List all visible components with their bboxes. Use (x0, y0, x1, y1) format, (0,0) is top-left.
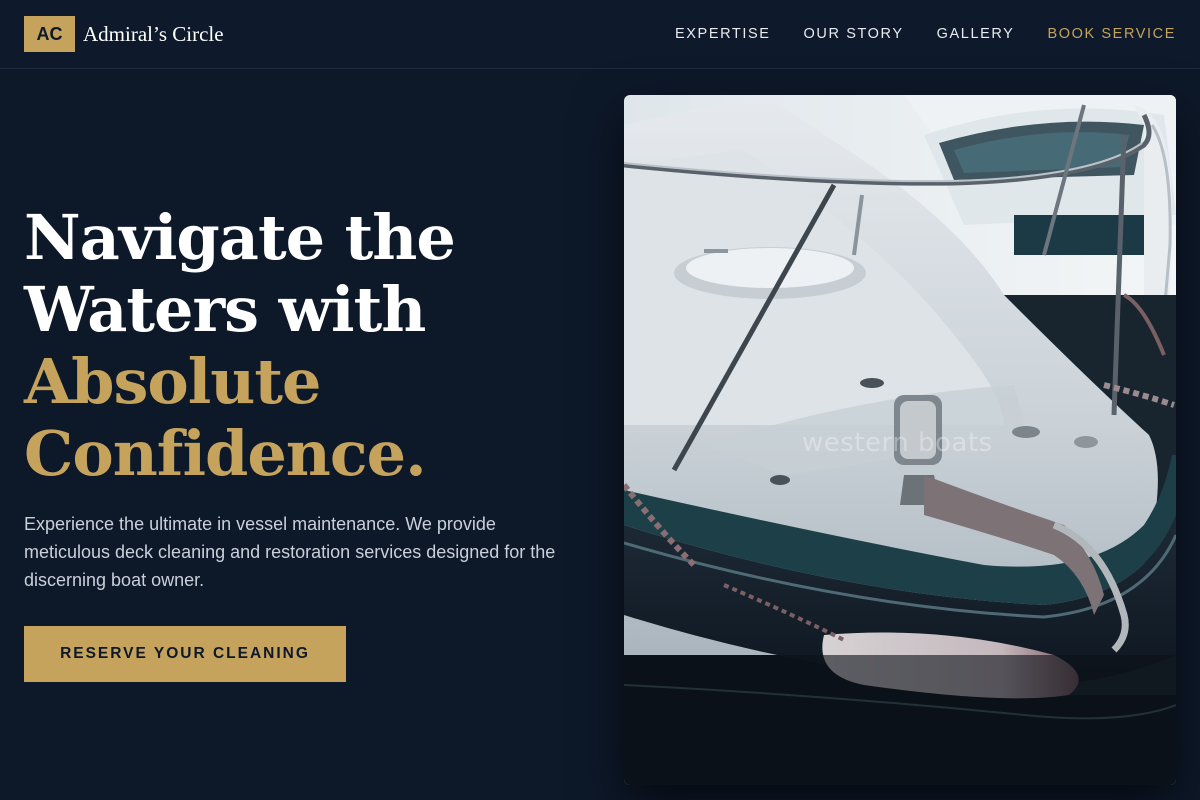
main-nav: EXPERTISE OUR STORY GALLERY BOOK SERVICE (675, 22, 1176, 46)
nav-link-our-story[interactable]: OUR STORY (804, 22, 904, 46)
hero-description: Experience the ultimate in vessel mainte… (24, 514, 556, 590)
nav-link-gallery[interactable]: GALLERY (937, 22, 1015, 46)
hero-photo: western boats (624, 95, 1176, 785)
headline-line-1: Navigate the (24, 201, 456, 274)
reserve-cleaning-button[interactable]: RESERVE YOUR CLEANING (24, 626, 346, 682)
headline-line-2: Waters with (24, 273, 426, 346)
hero-headline: Navigate the Waters with Absolute Confid… (24, 202, 584, 490)
logo-mark[interactable]: AC (24, 16, 75, 52)
site-header: AC Admiral’s Circle EXPERTISE OUR STORY … (0, 0, 1200, 69)
nav-link-book-service[interactable]: BOOK SERVICE (1047, 22, 1176, 46)
brand-name[interactable]: Admiral’s Circle (83, 20, 224, 48)
nav-link-expertise[interactable]: EXPERTISE (675, 22, 771, 46)
headline-line-4: Confidence. (24, 417, 427, 490)
photo-watermark: western boats (802, 428, 993, 458)
headline-line-3: Absolute (24, 345, 321, 418)
